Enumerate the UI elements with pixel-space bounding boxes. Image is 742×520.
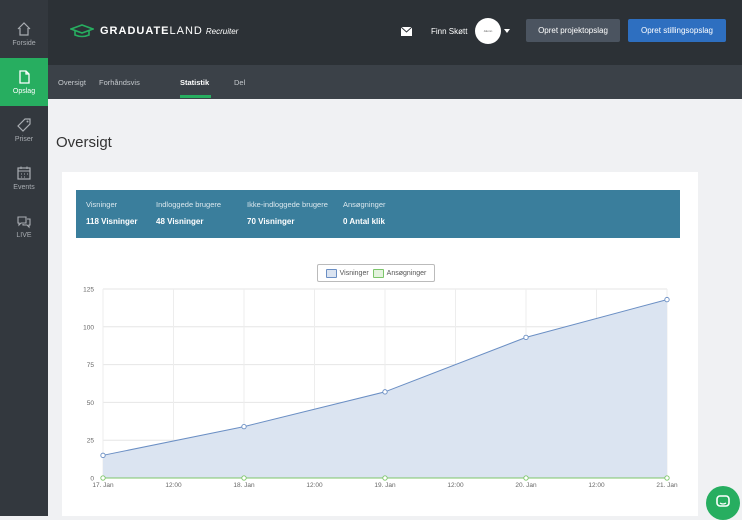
mail-icon[interactable] — [401, 27, 412, 36]
y-tick-label: 100 — [83, 324, 94, 331]
logo-text-light: LAND — [169, 25, 203, 37]
chevron-down-icon[interactable] — [504, 29, 510, 33]
data-point-views — [241, 423, 247, 430]
views-chart: 025507510012517. Jan 12:00 18. Jan 12:00 19.… — [83, 287, 678, 490]
active-tab-indicator — [180, 95, 211, 98]
create-job-post-button[interactable]: Opret stillingsopslag — [628, 19, 726, 42]
data-point-views — [523, 334, 529, 341]
data-point-views — [664, 296, 670, 303]
calendar-icon — [17, 166, 31, 180]
data-point-views — [382, 389, 388, 395]
statistics-card: Visninger 118 Visninger Indloggede bruge… — [62, 172, 698, 516]
sidebar-item-forside[interactable]: Forside — [0, 10, 48, 58]
logo-text-bold: GRADUATE — [100, 25, 170, 37]
tab-statistik[interactable]: Statistik — [180, 78, 209, 87]
sidebar-item-events[interactable]: Events — [0, 154, 48, 202]
sidebar-item-label: Opslag — [12, 88, 36, 95]
sidebar: Forside Opslag Priser Events LIVE — [0, 0, 48, 516]
sidebar-item-label: Priser — [14, 136, 34, 143]
data-point-applications — [664, 475, 670, 481]
data-point-applications — [241, 475, 247, 481]
data-point-applications — [523, 475, 529, 481]
create-project-post-button[interactable]: Opret projektopslag — [526, 19, 620, 42]
data-point-applications — [382, 475, 388, 481]
chat-icon — [17, 216, 31, 229]
y-tick-label: 125 — [83, 287, 94, 294]
x-tick-label: 12:00 — [306, 482, 323, 489]
data-point-views — [100, 452, 106, 458]
support-chat-button[interactable] — [706, 486, 740, 520]
tab-oversigt[interactable]: Oversigt — [58, 78, 86, 87]
x-tick-label: 19. Jan — [374, 482, 396, 489]
x-tick-label: 17. Jan — [92, 482, 114, 489]
home-icon — [17, 22, 31, 36]
sidebar-item-opslag[interactable]: Opslag — [0, 58, 48, 106]
x-tick-label: 12:00 — [165, 482, 182, 489]
logo[interactable]: GRADUATE LAND Recruiter — [70, 24, 238, 38]
logo-subtitle: Recruiter — [205, 26, 239, 36]
y-tick-label: 75 — [87, 362, 95, 369]
sidebar-item-label: Forside — [12, 40, 36, 47]
tab-del[interactable]: Del — [234, 78, 245, 87]
x-tick-label: 18. Jan — [233, 482, 255, 489]
chat-bubble-icon — [716, 495, 730, 507]
sidebar-item-live[interactable]: LIVE — [0, 202, 48, 250]
x-tick-label: 21. Jan — [656, 482, 678, 489]
x-tick-label: 20. Jan — [515, 482, 537, 489]
sub-navigation: Oversigt Forhåndsvis Statistik Del — [48, 65, 742, 99]
data-point-applications — [100, 475, 106, 481]
x-tick-label: 12:00 — [447, 482, 464, 489]
avatar[interactable]: Alumn — [475, 18, 501, 44]
y-tick-label: 25 — [87, 438, 95, 445]
sidebar-item-label: LIVE — [16, 232, 32, 239]
avatar-logo-text: Alumn — [483, 29, 493, 33]
user-name[interactable]: Finn Skøtt — [431, 27, 467, 36]
x-tick-label: 12:00 — [588, 482, 605, 489]
y-tick-label: 50 — [87, 400, 95, 407]
sidebar-item-label: Events — [13, 184, 35, 191]
top-bar: GRADUATE LAND Recruiter Finn Skøtt Alumn… — [48, 0, 742, 65]
tab-forhandsvis[interactable]: Forhåndsvis — [99, 78, 140, 87]
graduation-cap-icon — [70, 24, 94, 38]
sidebar-item-priser[interactable]: Priser — [0, 106, 48, 154]
page-title: Oversigt — [56, 134, 112, 151]
tag-icon — [17, 118, 31, 132]
document-icon — [19, 70, 30, 84]
